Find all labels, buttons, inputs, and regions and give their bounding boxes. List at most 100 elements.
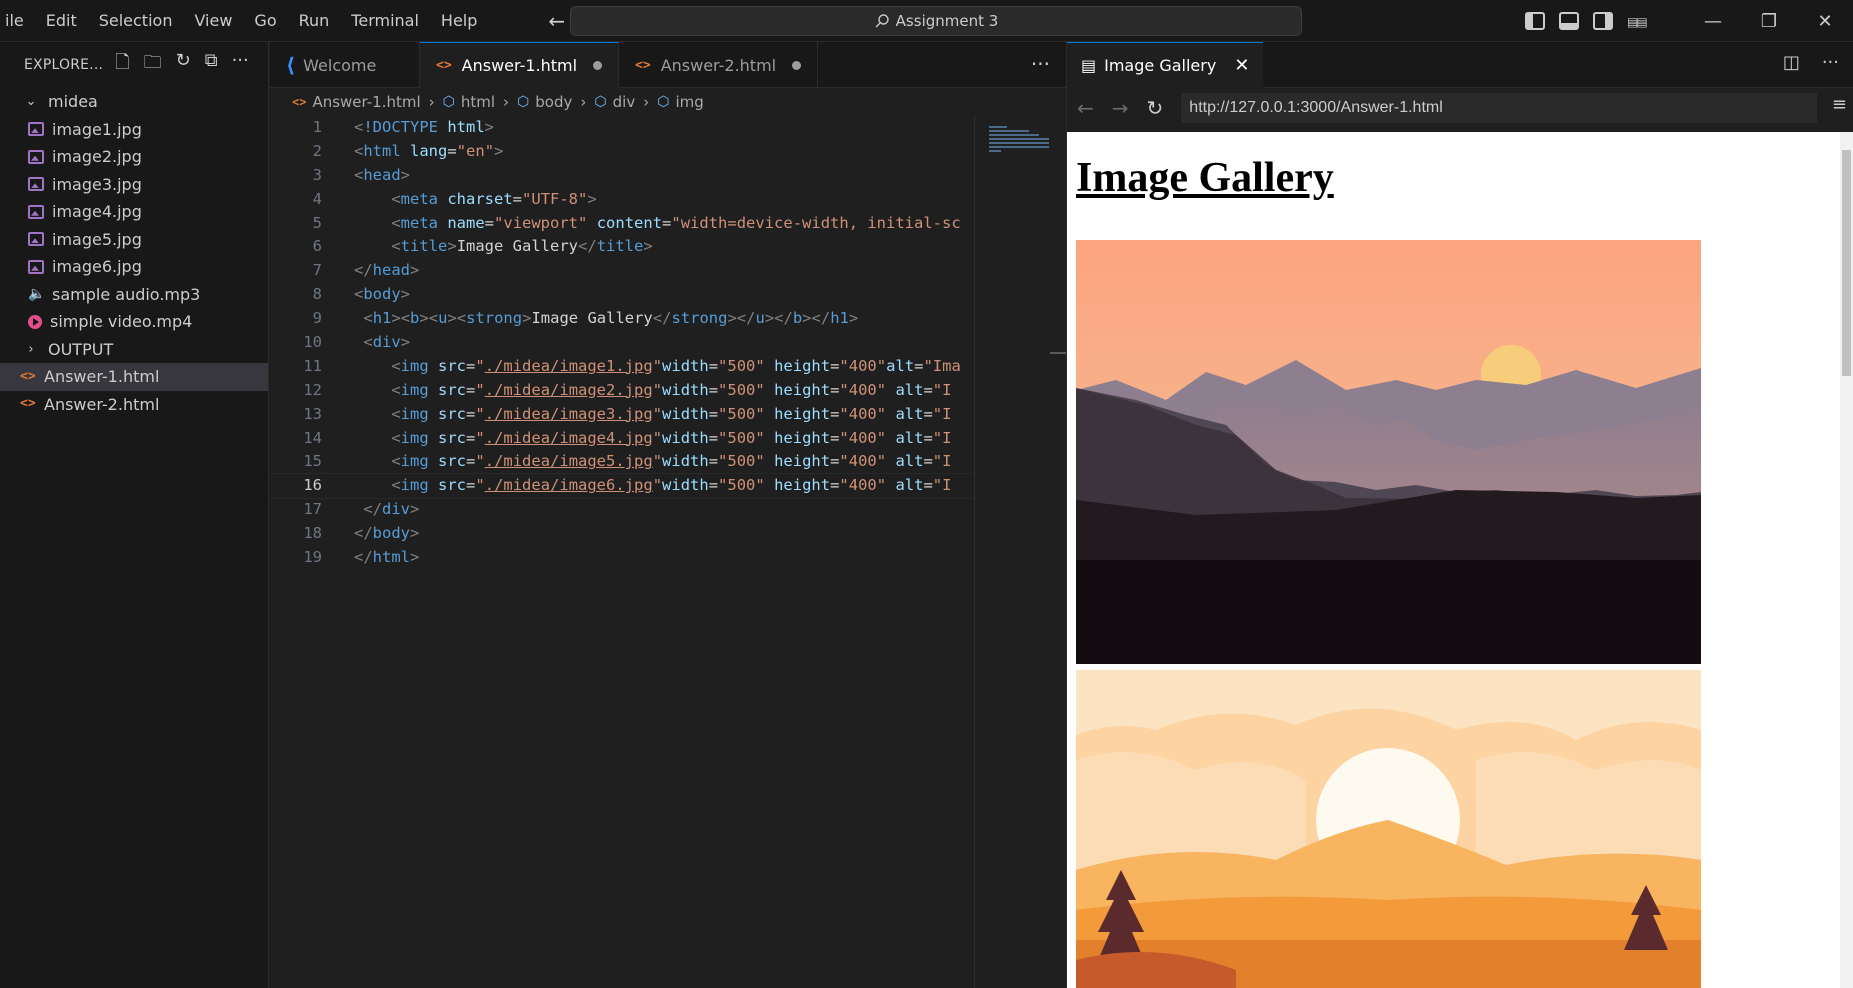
folder-midea[interactable]: ⌄ midea <box>0 88 268 116</box>
unsaved-dot-icon[interactable] <box>792 60 802 70</box>
code-text: <div> <box>363 333 411 352</box>
file-image1[interactable]: image1.jpg <box>0 116 268 144</box>
preview-scrollbar[interactable] <box>1840 132 1853 988</box>
breadcrumb-item[interactable]: div <box>613 93 636 111</box>
menu-edit[interactable]: Edit <box>35 0 88 41</box>
minimap[interactable] <box>974 116 1062 988</box>
menu-terminal[interactable]: Terminal <box>340 0 430 41</box>
menu-selection[interactable]: Selection <box>88 0 184 41</box>
line-number: 3 <box>312 165 322 184</box>
code-editor[interactable]: 1 <!DOCTYPE html> 2 <html lang="en"> 3 <head>… <box>270 116 974 988</box>
breadcrumb-item[interactable]: Answer-1.html <box>312 93 420 111</box>
code-line[interactable]: 4 <meta charset="UTF-8"> <box>270 188 974 212</box>
line-number: 15 <box>303 452 322 471</box>
file-label: image5.jpg <box>52 229 142 249</box>
menu-run[interactable]: Run <box>288 0 341 41</box>
minimize-button[interactable]: — <box>1685 0 1741 42</box>
scrollbar-thumb[interactable] <box>1842 150 1851 376</box>
restore-button[interactable]: ❐ <box>1741 0 1797 42</box>
line-number: 7 <box>312 261 322 280</box>
menu-file[interactable]: ile <box>0 0 35 41</box>
file-label: simple video.mp4 <box>50 312 193 332</box>
menu-help[interactable]: Help <box>430 0 488 41</box>
code-line[interactable]: 7 </head> <box>270 259 974 283</box>
folder-output[interactable]: › OUTPUT <box>0 336 268 364</box>
line-number: 1 <box>312 118 322 136</box>
file-image6[interactable]: image6.jpg <box>0 253 268 281</box>
file-sample-audio[interactable]: 🔈 sample audio.mp3 <box>0 281 268 309</box>
unsaved-dot-icon[interactable] <box>593 61 603 70</box>
line-number: 17 <box>303 500 322 519</box>
audio-file-icon: 🔈 <box>28 286 46 303</box>
close-icon[interactable]: ✕ <box>1234 55 1249 76</box>
file-image2[interactable]: image2.jpg <box>0 143 268 171</box>
code-line[interactable]: 18 </body> <box>270 522 974 546</box>
code-text: <h1><b><u><strong>Image Gallery</strong>… <box>363 309 859 328</box>
code-text: <img src="./midea/image6.jpg"width="500"… <box>391 476 952 495</box>
file-answer-2[interactable]: <> Answer-2.html <box>0 391 268 419</box>
code-line[interactable]: 16 <img src="./midea/image6.jpg"width="5… <box>270 473 974 500</box>
line-number: 6 <box>312 237 322 256</box>
toggle-primary-sidebar-icon[interactable] <box>1525 12 1545 30</box>
file-image3[interactable]: image3.jpg <box>0 171 268 199</box>
preview-actions: ◫ ··· <box>1783 52 1839 73</box>
hamburger-menu-icon[interactable]: ≡ <box>1832 94 1847 115</box>
more-actions-icon[interactable]: ··· <box>1822 52 1839 73</box>
tab-welcome[interactable]: ⟨ Welcome <box>270 42 420 88</box>
forward-arrow-icon[interactable]: → <box>1112 96 1129 120</box>
collapse-all-icon[interactable]: ⧉ <box>205 50 218 80</box>
new-folder-icon[interactable]: 🗀 <box>144 50 162 80</box>
customize-layout-icon[interactable] <box>1627 12 1647 30</box>
folder-label: OUTPUT <box>48 339 114 359</box>
back-arrow-icon[interactable]: ← <box>548 9 565 33</box>
code-line[interactable]: 6 <title>Image Gallery</title> <box>270 235 974 259</box>
minimap-line <box>989 126 1007 128</box>
element-icon: ⬡ <box>594 94 607 110</box>
refresh-icon[interactable]: ↻ <box>176 50 191 80</box>
file-label: image1.jpg <box>52 119 142 139</box>
menu-go[interactable]: Go <box>243 0 287 41</box>
breadcrumb-item[interactable]: img <box>675 93 703 111</box>
close-window-button[interactable]: ✕ <box>1797 0 1853 42</box>
toggle-secondary-sidebar-icon[interactable] <box>1593 12 1613 30</box>
code-line[interactable]: 3 <head> <box>270 164 974 188</box>
code-line[interactable]: 14 <img src="./midea/image4.jpg"width="5… <box>270 427 974 451</box>
tab-image-gallery-preview[interactable]: ▤ Image Gallery ✕ <box>1067 41 1264 88</box>
code-line[interactable]: 2 <html lang="en"> <box>270 140 974 164</box>
code-line[interactable]: 1 <!DOCTYPE html> <box>270 116 974 140</box>
code-line[interactable]: 5 <meta name="viewport" content="width=d… <box>270 212 974 236</box>
file-answer-1[interactable]: <> Answer-1.html <box>0 363 268 391</box>
file-image4[interactable]: image4.jpg <box>0 198 268 226</box>
code-line[interactable]: 17 </div> <box>270 498 974 522</box>
minimap-line <box>989 138 1049 140</box>
code-line[interactable]: 9 <h1><b><u><strong>Image Gallery</stron… <box>270 307 974 331</box>
reload-icon[interactable]: ↻ <box>1147 96 1164 120</box>
code-line[interactable]: 10 <div> <box>270 331 974 355</box>
command-center[interactable]: Assignment 3 <box>570 6 1302 36</box>
code-line[interactable]: 11 <img src="./midea/image1.jpg"width="5… <box>270 355 974 379</box>
code-line[interactable]: 13 <img src="./midea/image3.jpg"width="5… <box>270 403 974 427</box>
toggle-panel-icon[interactable] <box>1559 12 1579 30</box>
file-image5[interactable]: image5.jpg <box>0 226 268 254</box>
breadcrumb-item[interactable]: html <box>461 93 495 111</box>
tab-answer-1[interactable]: <> Answer-1.html <box>420 42 620 88</box>
browser-viewport[interactable]: Image Gallery <box>1067 132 1841 988</box>
back-arrow-icon[interactable]: ← <box>1077 96 1094 120</box>
layout-controls <box>1525 12 1647 30</box>
url-input[interactable]: http://127.0.0.1:3000/Answer-1.html <box>1181 93 1817 123</box>
breadcrumb-item[interactable]: body <box>535 93 572 111</box>
code-text: <img src="./midea/image4.jpg"width="500"… <box>391 428 952 447</box>
more-actions-icon[interactable]: ··· <box>232 50 249 80</box>
new-file-icon[interactable]: 🗋 <box>115 50 129 80</box>
more-actions-icon[interactable]: ··· <box>1031 52 1050 76</box>
tab-answer-2[interactable]: <> Answer-2.html <box>619 42 819 88</box>
gallery-image-2 <box>1076 670 1701 988</box>
code-line[interactable]: 8 <body> <box>270 283 974 307</box>
code-line[interactable]: 12 <img src="./midea/image2.jpg"width="5… <box>270 379 974 403</box>
file-simple-video[interactable]: simple video.mp4 <box>0 308 268 336</box>
code-line[interactable]: 19 </html> <box>270 546 974 570</box>
menu-view[interactable]: View <box>183 0 243 41</box>
code-line[interactable]: 15 <img src="./midea/image5.jpg"width="5… <box>270 450 974 474</box>
line-number: 16 <box>303 476 322 495</box>
split-editor-icon[interactable]: ◫ <box>1783 52 1800 73</box>
